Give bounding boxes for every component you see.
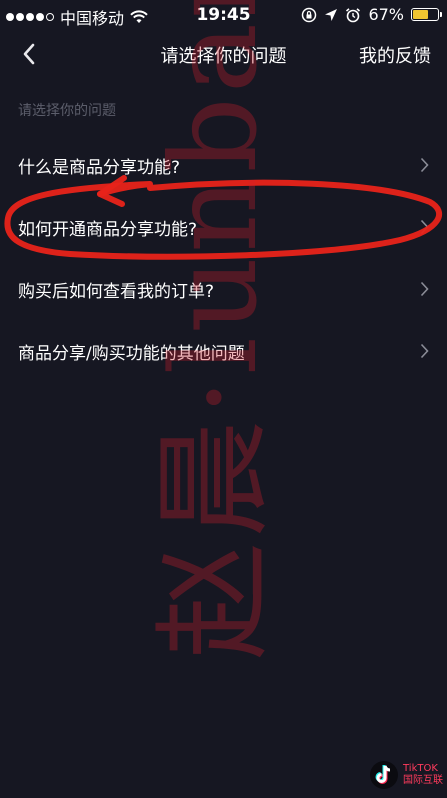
- question-label: 如何开通商品分享功能?: [18, 219, 198, 240]
- status-right: 67%: [301, 5, 442, 24]
- battery-icon: [411, 8, 442, 21]
- question-list: 什么是商品分享功能? 如何开通商品分享功能? 购买后如何查看我的订单? 商品分享…: [0, 134, 447, 382]
- location-icon: [325, 8, 338, 21]
- question-label: 购买后如何查看我的订单?: [18, 281, 215, 302]
- nav-bar: 请选择你的问题 我的反馈: [0, 30, 447, 78]
- chevron-right-icon: [420, 219, 429, 235]
- question-item[interactable]: 商品分享/购买功能的其他问题: [0, 320, 447, 382]
- question-item[interactable]: 购买后如何查看我的订单?: [0, 258, 447, 320]
- tiktok-note-icon: [370, 761, 398, 789]
- question-item[interactable]: 什么是商品分享功能?: [0, 134, 447, 196]
- question-label: 什么是商品分享功能?: [18, 157, 181, 178]
- help-screen: 中国移动 19:45 67% 请选择你的问题 我的反馈 请选择你的问题 什么是商…: [0, 0, 447, 798]
- chevron-right-icon: [420, 157, 429, 173]
- chevron-right-icon: [420, 343, 429, 359]
- tiktok-line2: 国际互联: [403, 775, 443, 786]
- tiktok-wordmark: TikTOK 国际互联: [403, 763, 443, 787]
- section-header: 请选择你的问题: [18, 103, 116, 119]
- tiktok-line1: TikTOK: [403, 763, 438, 774]
- alarm-icon: [346, 7, 361, 22]
- battery-percent: 67%: [368, 5, 404, 24]
- my-feedback-button[interactable]: 我的反馈: [359, 42, 431, 68]
- orientation-lock-icon: [302, 7, 317, 22]
- chevron-right-icon: [420, 281, 429, 297]
- question-item[interactable]: 如何开通商品分享功能?: [0, 196, 447, 258]
- question-label: 商品分享/购买功能的其他问题: [18, 343, 245, 364]
- battery-level: [413, 10, 428, 19]
- status-bar: 中国移动 19:45 67%: [0, 0, 447, 30]
- tiktok-logo: TikTOK 国际互联: [369, 760, 443, 790]
